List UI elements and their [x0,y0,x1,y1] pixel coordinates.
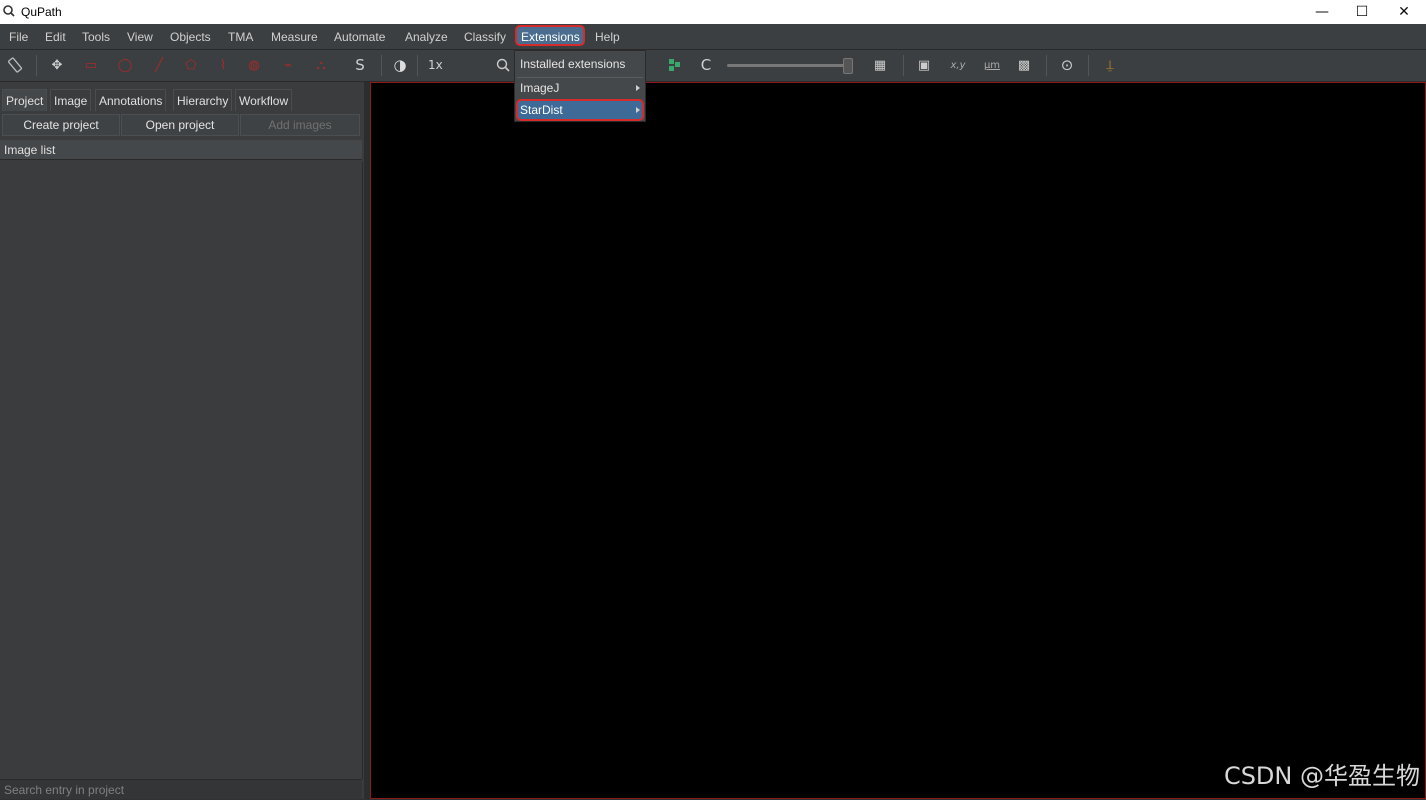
menu-item-stardist[interactable]: StarDist [515,100,645,120]
points-tool-icon[interactable]: ⛬ [312,56,330,74]
brightness-contrast-icon[interactable]: ◑ [391,56,409,74]
window-title: QuPath [21,5,62,19]
watermark-text: CSDN @华盈生物 [1224,756,1420,791]
ellipse-tool-icon[interactable]: ◯ [116,56,134,74]
menu-item-stardist-label: StarDist [520,103,563,117]
zoom-level-label: 1x [428,56,443,74]
preferences-icon[interactable]: ⊙ [1058,56,1076,74]
minimize-button[interactable]: — [1300,0,1344,24]
submenu-arrow-icon [636,85,640,91]
polygon-tool-icon[interactable]: ⬠ [182,56,200,74]
toolbar-separator [903,55,904,76]
maximize-button[interactable]: ☐ [1340,0,1384,24]
line-tool-icon[interactable]: ╱ [150,56,168,74]
qupath-logo-icon [3,5,15,17]
image-viewer[interactable] [370,82,1426,799]
create-project-button[interactable]: Create project [2,114,120,136]
tab-image[interactable]: Image [50,89,91,111]
rectangle-tool-icon[interactable]: ▭ [82,56,100,74]
menu-automate[interactable]: Automate [334,30,385,44]
zoom-to-fit-icon[interactable] [494,56,512,74]
menu-extensions[interactable]: Extensions [521,30,580,44]
menu-file[interactable]: File [9,30,28,44]
open-project-button[interactable]: Open project [121,114,239,136]
menu-tools[interactable]: Tools [82,30,110,44]
show-cells-button[interactable]: C [697,56,715,74]
measurement-table-icon[interactable]: ▦ [871,56,889,74]
extensions-dropdown-menu: Installed extensions ImageJ StarDist [514,50,646,122]
add-images-button[interactable]: Add images [240,114,360,136]
toolbar: ✥ ▭ ◯ ╱ ⬠ ⌇ ◍ ⌁ ⛬ S ◑ 1x C ▦ ▣ x,y μm ▩ … [0,50,1426,82]
zoom-slider[interactable] [727,64,851,67]
toolbar-separator [417,55,418,76]
overview-icon[interactable]: ▣ [915,56,933,74]
menu-measure[interactable]: Measure [271,30,318,44]
polyline-tool-icon[interactable]: ⌇ [214,56,232,74]
brush-tool-icon[interactable]: ◍ [245,56,263,74]
grid-icon[interactable]: ▩ [1015,56,1033,74]
close-button[interactable]: ✕ [1382,0,1426,24]
location-label[interactable]: x,y [946,56,970,74]
selection-mode-button[interactable]: S [351,56,369,74]
menu-edit[interactable]: Edit [45,30,66,44]
show-objects-icon[interactable] [666,56,684,74]
menu-objects[interactable]: Objects [170,30,211,44]
menu-item-imagej-label: ImageJ [520,81,559,95]
menu-tma[interactable]: TMA [228,30,253,44]
menu-analyze[interactable]: Analyze [405,30,448,44]
submenu-arrow-icon [636,107,640,113]
menu-item-installed-extensions[interactable]: Installed extensions [515,54,645,74]
move-tool-icon[interactable]: ✥ [48,56,66,74]
log-icon[interactable]: ⍊ [1101,56,1119,74]
analysis-panel: Project Image Annotations Hierarchy Work… [0,82,364,799]
wand-tool-icon[interactable]: ⌁ [279,56,297,74]
menu-item-imagej[interactable]: ImageJ [515,78,645,98]
tab-hierarchy[interactable]: Hierarchy [173,89,232,111]
image-list-header: Image list [0,140,362,160]
image-list[interactable] [0,162,363,779]
menu-help[interactable]: Help [595,30,620,44]
project-search-input[interactable]: Search entry in project [0,779,362,799]
scalebar-label[interactable]: μm [981,56,1003,74]
tab-project[interactable]: Project [2,89,47,111]
toolbar-separator [36,55,37,76]
menu-view[interactable]: View [127,30,153,44]
analysis-pane-toggle-icon[interactable] [6,56,24,74]
project-button-row: Create project Open project Add images [0,114,364,136]
toolbar-separator [1046,55,1047,76]
tab-workflow[interactable]: Workflow [235,89,292,111]
toolbar-separator [381,55,382,76]
zoom-slider-thumb[interactable] [843,58,853,74]
menu-classify[interactable]: Classify [464,30,506,44]
title-bar: QuPath — ☐ ✕ [0,0,1426,24]
toolbar-separator [1088,55,1089,76]
tab-annotations[interactable]: Annotations [95,89,166,111]
menu-bar: File Edit Tools View Objects TMA Measure… [0,24,1426,50]
